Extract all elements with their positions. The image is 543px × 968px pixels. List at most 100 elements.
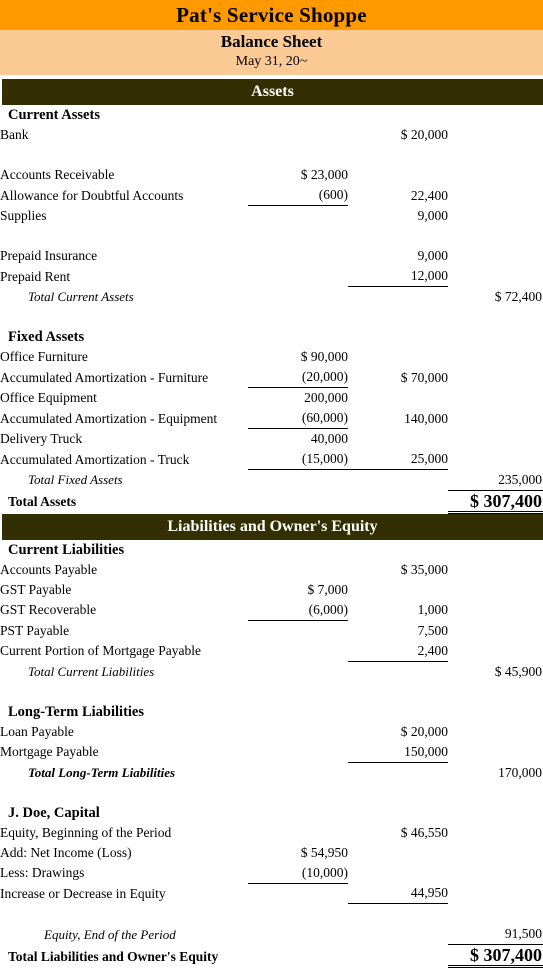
row-label: Prepaid Rent	[0, 266, 248, 287]
row-col2: 7,500	[348, 620, 448, 641]
row-col2: 9,000	[348, 246, 448, 266]
row-col3	[448, 206, 543, 227]
company-title: Pat's Service Shoppe	[0, 0, 543, 30]
row-label: Office Furniture	[0, 347, 248, 367]
table-row: Accounts Payable $ 35,000	[0, 560, 543, 580]
section-heading-row: Long-Term Liabilities	[0, 702, 543, 722]
row-col1	[248, 823, 348, 843]
subtotal-label: Equity, End of the Period	[0, 924, 248, 945]
row-col1	[248, 722, 348, 742]
row-col1: (6,000)	[248, 600, 348, 621]
row-col1	[248, 620, 348, 641]
row-col2: 9,000	[348, 206, 448, 227]
row-col3	[448, 367, 543, 388]
row-col1	[248, 125, 348, 145]
row-col3	[448, 600, 543, 621]
row-label: Bank	[0, 125, 248, 145]
total-assets-label: Total Assets	[0, 490, 248, 512]
row-col3	[448, 347, 543, 367]
table-row: Increase or Decrease in Equity 44,950	[0, 883, 543, 904]
row-col1	[248, 246, 348, 266]
row-col2: 1,000	[348, 600, 448, 621]
row-col2	[348, 429, 448, 450]
row-col3	[448, 742, 543, 763]
table-row: Accumulated Amortization - Furniture (20…	[0, 367, 543, 388]
subtotal-row: Total Current Assets $ 72,400	[0, 287, 543, 308]
row-label: Mortgage Payable	[0, 742, 248, 763]
table-row: Less: Drawings (10,000)	[0, 863, 543, 884]
table-row: GST Payable $ 7,000	[0, 580, 543, 600]
row-col1: 200,000	[248, 388, 348, 409]
row-col3	[448, 722, 543, 742]
row-col2	[348, 347, 448, 367]
section-heading-current-liabilities: Current Liabilities	[0, 540, 248, 560]
row-col3	[448, 429, 543, 450]
balance-sheet-page: Pat's Service Shoppe Balance Sheet May 3…	[0, 0, 543, 957]
total-liabilities-equity-value: $ 307,400	[448, 945, 543, 967]
section-heading-row: Current Liabilities	[0, 540, 543, 560]
row-col2: 22,400	[348, 185, 448, 206]
row-col3	[448, 580, 543, 600]
row-col3	[448, 246, 543, 266]
table-row: Add: Net Income (Loss) $ 54,950	[0, 843, 543, 863]
row-label: Accumulated Amortization - Equipment	[0, 408, 248, 429]
table-row: Equity, Beginning of the Period $ 46,550	[0, 823, 543, 843]
row-col1	[248, 206, 348, 227]
row-col3	[448, 883, 543, 904]
subtotal-value: $ 45,900	[448, 661, 543, 682]
subtotal-value: 91,500	[448, 924, 543, 945]
table-row: Allowance for Doubtful Accounts (600) 22…	[0, 185, 543, 206]
row-col1	[248, 883, 348, 904]
row-col3	[448, 863, 543, 884]
row-label: Allowance for Doubtful Accounts	[0, 185, 248, 206]
subtotal-label: Total Long-Term Liabilities	[0, 762, 248, 783]
table-row: Delivery Truck 40,000	[0, 429, 543, 450]
row-col2: 140,000	[348, 408, 448, 429]
row-label: Loan Payable	[0, 722, 248, 742]
subtotal-label: Total Current Assets	[0, 287, 248, 308]
row-col1: (15,000)	[248, 449, 348, 470]
section-band-liabilities-equity: Liabilities and Owner's Equity	[2, 514, 543, 540]
subtotal-row: Total Long-Term Liabilities 170,000	[0, 762, 543, 783]
row-col1: (20,000)	[248, 367, 348, 388]
row-col3	[448, 620, 543, 641]
row-col2	[348, 388, 448, 409]
table-row: Accumulated Amortization - Truck (15,000…	[0, 449, 543, 470]
row-col1	[248, 641, 348, 662]
row-col1	[248, 742, 348, 763]
row-col3	[448, 165, 543, 185]
row-col2: 25,000	[348, 449, 448, 470]
row-col3	[448, 408, 543, 429]
row-col2: 12,000	[348, 266, 448, 287]
table-row: Supplies 9,000	[0, 206, 543, 227]
row-col3	[448, 185, 543, 206]
row-col1: (600)	[248, 185, 348, 206]
row-label: Delivery Truck	[0, 429, 248, 450]
subtotal-value: $ 72,400	[448, 287, 543, 308]
spacer	[0, 226, 543, 246]
table-row: Loan Payable $ 20,000	[0, 722, 543, 742]
section-band-assets: Assets	[2, 79, 543, 105]
table-row: Office Furniture $ 90,000	[0, 347, 543, 367]
row-label: GST Payable	[0, 580, 248, 600]
section-heading-row: Current Assets	[0, 105, 543, 125]
table-row: Prepaid Rent 12,000	[0, 266, 543, 287]
table-row: Current Portion of Mortgage Payable 2,40…	[0, 641, 543, 662]
grand-total-row: Total Assets $ 307,400	[0, 490, 543, 512]
row-label: Accumulated Amortization - Furniture	[0, 367, 248, 388]
row-col3	[448, 641, 543, 662]
row-col3	[448, 388, 543, 409]
row-col2: 150,000	[348, 742, 448, 763]
row-col1: (60,000)	[248, 408, 348, 429]
subtotal-value: 235,000	[448, 470, 543, 491]
subtotal-value: 170,000	[448, 762, 543, 783]
row-col2: $ 20,000	[348, 125, 448, 145]
row-label: Current Portion of Mortgage Payable	[0, 641, 248, 662]
liabilities-equity-table: Current Liabilities Accounts Payable $ 3…	[0, 540, 543, 968]
section-heading-fixed-assets: Fixed Assets	[0, 327, 248, 347]
section-heading-long-term-liabilities: Long-Term Liabilities	[0, 702, 248, 722]
row-col2: $ 20,000	[348, 722, 448, 742]
assets-table: Current Assets Bank $ 20,000 Accounts Re…	[0, 105, 543, 514]
row-label: Add: Net Income (Loss)	[0, 843, 248, 863]
total-liabilities-equity-label: Total Liabilities and Owner's Equity	[0, 945, 248, 967]
